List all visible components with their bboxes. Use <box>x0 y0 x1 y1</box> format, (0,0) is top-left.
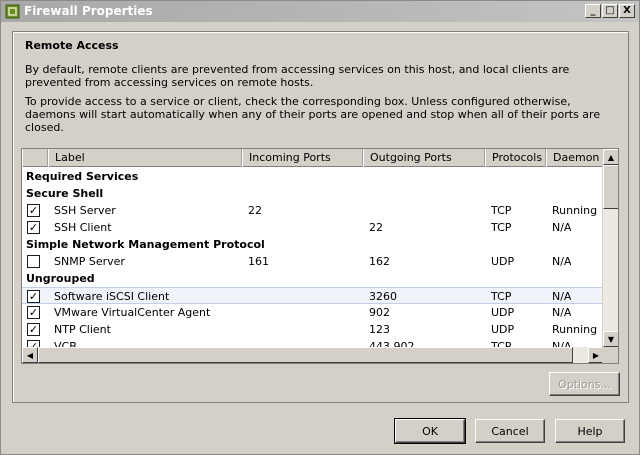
service-label-cell: NTP Client <box>54 323 111 336</box>
header-checkbox-column <box>22 149 48 167</box>
header-label[interactable]: Label <box>48 149 242 167</box>
header-incoming-ports[interactable]: Incoming Ports <box>242 149 363 167</box>
table-row[interactable]: ✓ Software iSCSI Client 3260 TCP N/A <box>22 287 604 304</box>
header-outgoing-ports[interactable]: Outgoing Ports <box>363 149 485 167</box>
incoming-ports-cell: 161 <box>248 255 269 268</box>
vertical-scroll-thumb[interactable] <box>603 165 618 209</box>
service-label-cell: VMware VirtualCenter Agent <box>54 306 211 319</box>
horizontal-scrollbar[interactable]: ◀ ▶ <box>22 347 604 363</box>
service-checkbox[interactable]: ✓ <box>27 306 40 319</box>
service-checkbox[interactable]: ✓ <box>27 204 40 217</box>
daemon-cell: Running <box>552 323 598 336</box>
scroll-up-arrow-icon[interactable]: ▲ <box>603 149 618 165</box>
protocol-cell: TCP <box>491 290 512 303</box>
protocol-cell: UDP <box>491 255 515 268</box>
outgoing-ports-cell: 123 <box>369 323 390 336</box>
group-header-row: Simple Network Management Protocol <box>26 238 265 251</box>
table-row[interactable]: ✓ SSH Server 22 TCP Running <box>22 202 604 219</box>
protocol-cell: UDP <box>491 306 515 319</box>
group-header-row: Required Services <box>26 170 139 183</box>
service-checkbox[interactable]: ✓ <box>27 221 40 234</box>
outgoing-ports-cell: 22 <box>369 221 383 234</box>
daemon-cell: N/A <box>552 290 572 303</box>
description-instructions: To provide access to a service or client… <box>25 95 601 134</box>
vertical-scrollbar[interactable]: ▲ ▼ <box>602 149 618 347</box>
firewall-properties-dialog: Firewall Properties _ □ X Remote Access … <box>0 0 640 455</box>
title-bar[interactable]: Firewall Properties _ □ X <box>1 1 639 22</box>
outgoing-ports-cell: 3260 <box>369 290 397 303</box>
header-protocols[interactable]: Protocols <box>485 149 546 167</box>
group-header-row: Ungrouped <box>26 272 95 285</box>
scroll-down-arrow-icon[interactable]: ▼ <box>603 331 618 347</box>
table-row[interactable]: ✓ NTP Client 123 UDP Running <box>22 321 604 338</box>
outgoing-ports-cell: 162 <box>369 255 390 268</box>
window-title: Firewall Properties <box>24 4 153 18</box>
service-checkbox[interactable]: ✓ <box>27 323 40 336</box>
table-row[interactable]: ✓ VMware VirtualCenter Agent 902 UDP N/A <box>22 304 604 321</box>
service-label-cell: SSH Server <box>54 204 116 217</box>
close-button[interactable]: X <box>619 4 635 18</box>
service-label-cell: Software iSCSI Client <box>54 290 170 303</box>
minimize-button[interactable]: _ <box>585 4 601 18</box>
service-checkbox[interactable] <box>27 255 40 268</box>
service-label-cell: SSH Client <box>54 221 112 234</box>
description-default-policy: By default, remote clients are prevented… <box>25 63 570 89</box>
horizontal-scroll-thumb[interactable] <box>38 347 573 363</box>
vmware-logo-icon <box>5 4 20 19</box>
ok-button[interactable]: OK <box>394 418 466 444</box>
scroll-left-arrow-icon[interactable]: ◀ <box>22 347 38 363</box>
header-daemon[interactable]: Daemon <box>546 149 604 167</box>
protocol-cell: UDP <box>491 323 515 336</box>
firewall-rules-table: Label Incoming Ports Outgoing Ports Prot… <box>21 148 619 364</box>
protocol-cell: TCP <box>491 204 512 217</box>
protocol-cell: TCP <box>491 221 512 234</box>
daemon-cell: N/A <box>552 255 572 268</box>
table-row[interactable]: ✓ SSH Client 22 TCP N/A <box>22 219 604 236</box>
options-button[interactable]: Options... <box>549 372 620 396</box>
service-label-cell: SNMP Server <box>54 255 125 268</box>
help-button[interactable]: Help <box>555 419 625 443</box>
service-checkbox[interactable]: ✓ <box>27 290 40 303</box>
incoming-ports-cell: 22 <box>248 204 262 217</box>
outgoing-ports-cell: 902 <box>369 306 390 319</box>
maximize-button[interactable]: □ <box>602 4 618 18</box>
scrollbar-corner <box>602 347 618 363</box>
daemon-cell: N/A <box>552 306 572 319</box>
daemon-cell: N/A <box>552 221 572 234</box>
table-header: Label Incoming Ports Outgoing Ports Prot… <box>22 149 604 167</box>
table-row[interactable]: SNMP Server 161 162 UDP N/A <box>22 253 604 270</box>
cancel-button[interactable]: Cancel <box>475 419 545 443</box>
daemon-cell: Running <box>552 204 598 217</box>
group-header-row: Secure Shell <box>26 187 104 200</box>
remote-access-panel: Remote Access By default, remote clients… <box>12 31 629 403</box>
section-heading: Remote Access <box>25 39 119 52</box>
